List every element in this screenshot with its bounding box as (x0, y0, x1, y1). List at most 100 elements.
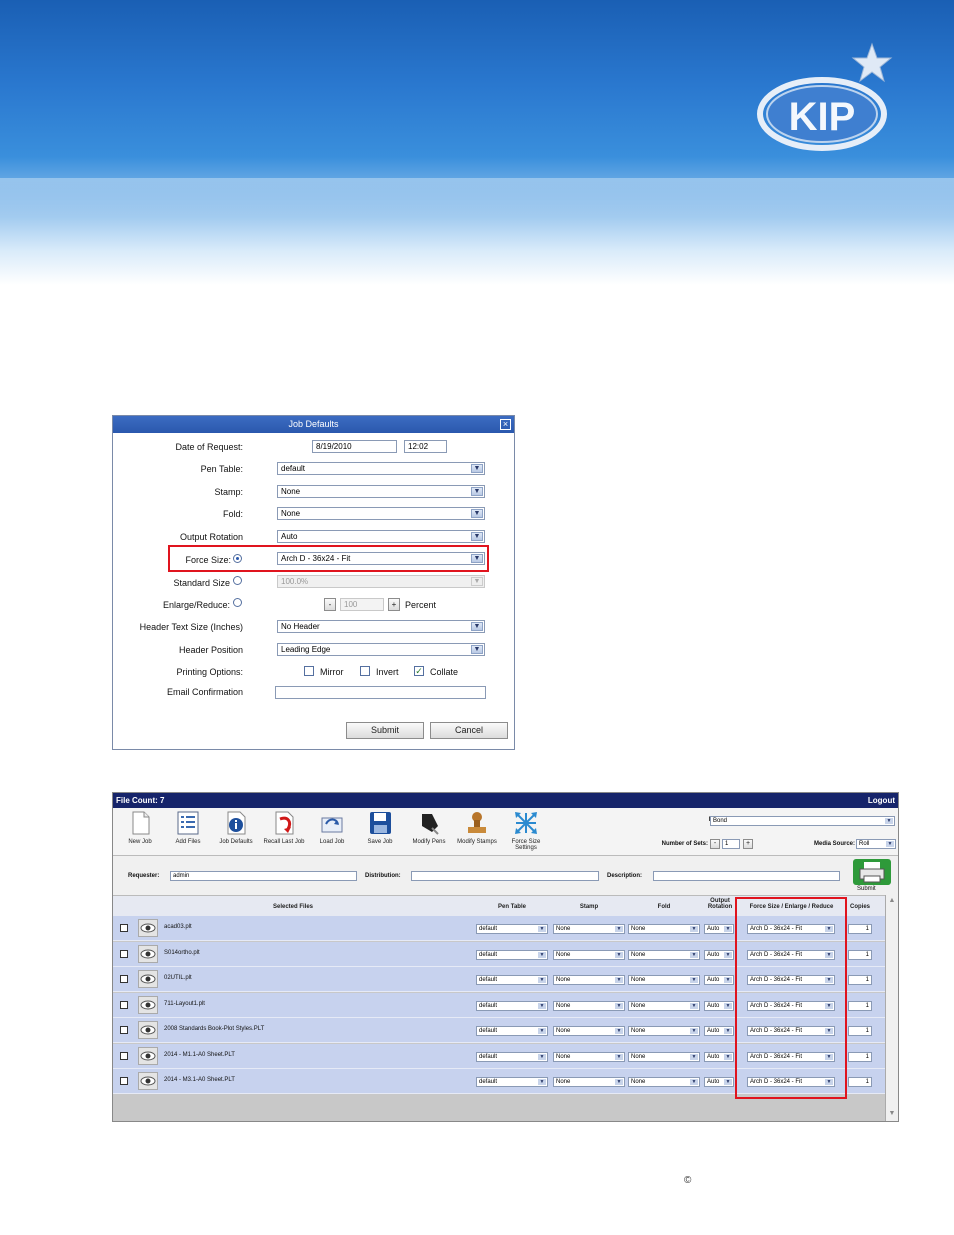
pen-table-select[interactable]: default ▼ (277, 462, 485, 475)
new-job-button[interactable]: New Job (115, 810, 165, 845)
scroll-up-icon[interactable]: ▲ (887, 897, 897, 907)
scrollbar[interactable]: ▲ ▼ (885, 895, 898, 1121)
media-source-select[interactable]: Roll ▼ (856, 839, 896, 849)
stamp-select[interactable]: None ▼ (553, 1026, 625, 1036)
fold-select[interactable]: None ▼ (628, 1051, 700, 1062)
load-job-button[interactable]: Load Job (307, 810, 357, 845)
pen-table-select[interactable]: default ▼ (476, 924, 548, 934)
pen-table-select[interactable]: default ▼ (476, 1000, 548, 1011)
row-checkbox[interactable] (120, 1051, 128, 1060)
output-rotation-select[interactable]: Auto ▼ (704, 1077, 734, 1087)
preview-eye-icon[interactable] (138, 1046, 158, 1065)
output-rotation-select[interactable]: Auto ▼ (704, 975, 734, 985)
distribution-input[interactable] (411, 871, 599, 881)
sets-input[interactable]: 1 (722, 839, 740, 849)
preview-eye-icon[interactable] (138, 995, 158, 1014)
pen-table-select[interactable]: default ▼ (476, 949, 548, 960)
description-input[interactable] (653, 871, 840, 881)
fold-select[interactable]: None ▼ (628, 975, 700, 985)
copies-input[interactable]: 1 (848, 1000, 872, 1011)
pen-table-select-value: default (479, 926, 498, 932)
recall-last-job-button[interactable]: Recall Last Job (259, 810, 309, 845)
force-size-settings-button[interactable]: Force Size Settings (501, 810, 551, 851)
chevron-down-icon: ▼ (724, 1053, 732, 1060)
output-rotation-select[interactable]: Auto ▼ (704, 1000, 734, 1011)
force-size-select[interactable]: Arch D - 36x24 - Fit ▼ (277, 552, 485, 565)
copies-input[interactable]: 1 (848, 1077, 872, 1087)
job-defaults-button[interactable]: Job Defaults (211, 810, 261, 845)
enlarge-percent-input[interactable]: 100 (340, 598, 384, 611)
row-checkbox[interactable] (120, 975, 128, 983)
enlarge-decrease-button[interactable]: - (324, 598, 336, 611)
pen-table-select[interactable]: default ▼ (476, 1026, 548, 1036)
standard-size-select[interactable]: 100.0% ▼ (277, 575, 485, 588)
output-rotation-select[interactable]: Auto ▼ (704, 949, 734, 960)
row-checkbox[interactable] (120, 1026, 128, 1034)
copies-input[interactable]: 1 (848, 1051, 872, 1062)
submit-button[interactable]: Submit (346, 722, 424, 739)
save-job-button[interactable]: Save Job (355, 810, 405, 845)
standard-size-radio[interactable] (233, 576, 242, 585)
fold-select[interactable]: None ▼ (628, 1077, 700, 1087)
force-size-radio[interactable] (233, 554, 242, 563)
close-icon[interactable]: × (500, 419, 511, 430)
modify-stamps-button[interactable]: Modify Stamps (452, 810, 502, 845)
output-rotation-select[interactable]: Auto ▼ (704, 1026, 734, 1036)
copies-input[interactable]: 1 (848, 949, 872, 960)
stamp-select[interactable]: None ▼ (553, 1051, 625, 1062)
row-checkbox[interactable] (120, 924, 128, 932)
email-confirmation-input[interactable] (275, 686, 486, 699)
preview-eye-icon[interactable] (138, 1021, 158, 1039)
scroll-down-icon[interactable]: ▼ (887, 1110, 897, 1120)
fold-select[interactable]: None ▼ (628, 1026, 700, 1036)
modify-pens-button[interactable]: Modify Pens (404, 810, 454, 845)
enlarge-increase-button[interactable]: + (388, 598, 400, 611)
stamp-select[interactable]: None ▼ (553, 1077, 625, 1087)
stamp-select[interactable]: None ▼ (553, 924, 625, 934)
preview-eye-icon[interactable] (138, 1072, 158, 1090)
media-type-select[interactable]: Bond ▼ (710, 816, 895, 826)
logout-link[interactable]: Logout (868, 793, 895, 808)
add-files-button[interactable]: Add Files (163, 810, 213, 845)
copies-input[interactable]: 1 (848, 1026, 872, 1036)
mirror-checkbox[interactable] (304, 666, 314, 676)
submit-job-button[interactable] (853, 859, 891, 885)
stamp-select-value: None (556, 951, 571, 958)
stamp-select[interactable]: None ▼ (553, 975, 625, 985)
date-input[interactable]: 8/19/2010 (312, 440, 397, 453)
sets-increase-button[interactable]: + (743, 839, 753, 849)
collate-checkbox[interactable]: ✓ (414, 666, 424, 676)
fold-select[interactable]: None ▼ (628, 949, 700, 960)
row-checkbox[interactable] (120, 1000, 128, 1009)
copies-input[interactable]: 1 (848, 975, 872, 985)
output-rotation-select[interactable]: Auto ▼ (277, 530, 485, 543)
collate-label: Collate (430, 667, 459, 677)
file-name: 2008 Standards Book-Plot Styles.PLT (164, 1026, 265, 1032)
time-input[interactable]: 12:02 (404, 440, 447, 453)
cancel-button[interactable]: Cancel (430, 722, 508, 739)
pen-table-select[interactable]: default ▼ (476, 1051, 548, 1062)
chevron-down-icon: ▼ (538, 926, 546, 932)
fold-select[interactable]: None ▼ (628, 1000, 700, 1011)
header-position-select[interactable]: Leading Edge ▼ (277, 643, 485, 656)
stamp-select[interactable]: None ▼ (553, 949, 625, 960)
output-rotation-select[interactable]: Auto ▼ (704, 924, 734, 934)
fold-select[interactable]: None ▼ (628, 924, 700, 934)
requester-input[interactable]: admin (170, 871, 357, 881)
preview-eye-icon[interactable] (138, 970, 158, 988)
fold-select[interactable]: None ▼ (277, 507, 485, 520)
preview-eye-icon[interactable] (138, 919, 158, 937)
output-rotation-select[interactable]: Auto ▼ (704, 1051, 734, 1062)
pen-table-select[interactable]: default ▼ (476, 975, 548, 985)
copies-input[interactable]: 1 (848, 924, 872, 934)
row-checkbox[interactable] (120, 949, 128, 958)
stamp-select[interactable]: None ▼ (277, 485, 485, 498)
pen-table-select[interactable]: default ▼ (476, 1077, 548, 1087)
row-checkbox[interactable] (120, 1077, 128, 1085)
stamp-select[interactable]: None ▼ (553, 1000, 625, 1011)
sets-decrease-button[interactable]: - (710, 839, 720, 849)
enlarge-reduce-radio[interactable] (233, 598, 242, 607)
invert-checkbox[interactable] (360, 666, 370, 676)
header-text-size-select[interactable]: No Header ▼ (277, 620, 485, 633)
preview-eye-icon[interactable] (138, 944, 158, 963)
